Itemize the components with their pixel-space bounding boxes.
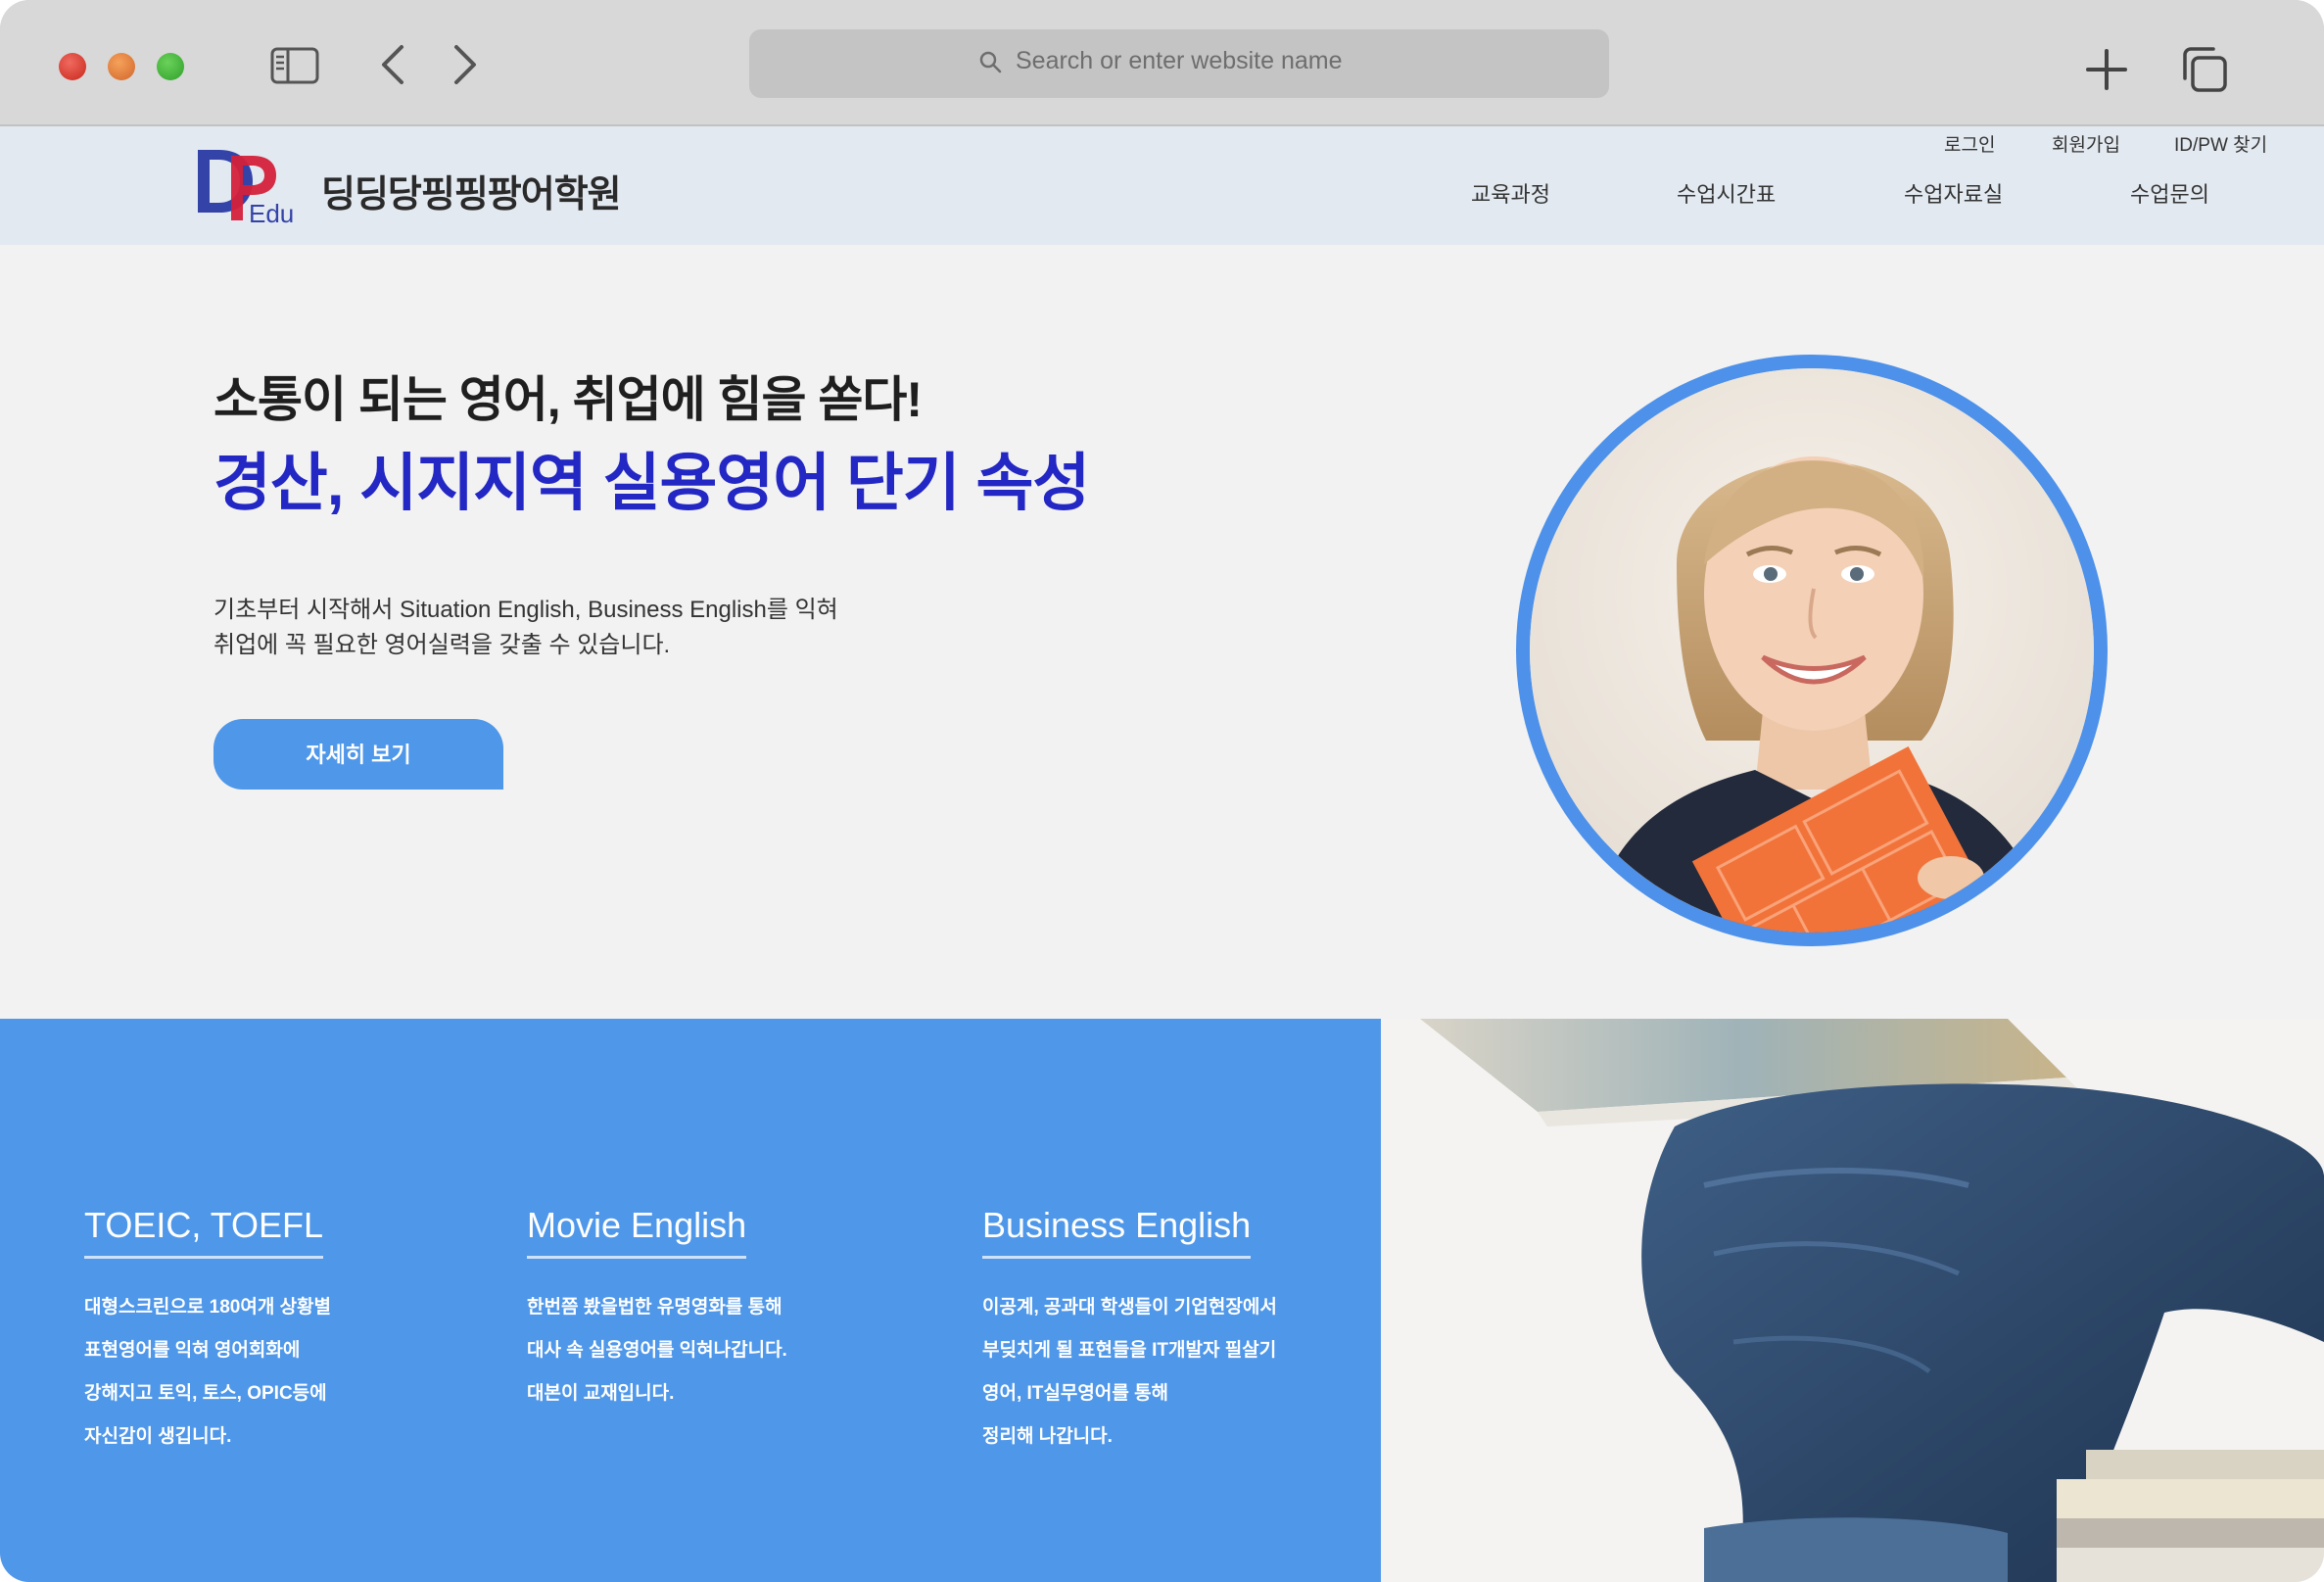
browser-window: Edu 딩딩당핑핑팡어학원 로그인 회원가입 ID/PW 찾기 교육과정 수업시… — [0, 0, 2324, 1582]
address-input[interactable] — [1016, 47, 1564, 75]
course-card[interactable]: Movie English 한번쯤 봤을법한 유명영화를 통해 대사 속 실용영… — [527, 1205, 787, 1415]
view-details-button[interactable]: 자세히 보기 — [213, 719, 503, 790]
course-description-line: 부딪치게 될 표현들을 IT개발자 필살기 — [982, 1340, 1277, 1361]
course-description-line: 자신감이 생깁니다. — [84, 1426, 232, 1447]
hero-heading: 소통이 되는 영어, 취업에 힘을 쏟다! — [213, 372, 923, 427]
course-card[interactable]: Business English 이공계, 공과대 학생들이 기업현장에서 부딪… — [982, 1205, 1277, 1459]
hero-subheading: 경산, 시지지역 실용영어 단기 속성 — [213, 448, 1090, 518]
minimize-window-button[interactable] — [108, 53, 135, 80]
course-description: 한번쯤 봤을법한 유명영화를 통해 대사 속 실용영어를 익혀나갑니다. 대본이… — [527, 1286, 787, 1415]
courses-section: TOEIC, TOEFL 대형스크린으로 180여개 상황별 표현영어를 익혀 … — [0, 1019, 1381, 1582]
find-id-pw-link[interactable]: ID/PW 찾기 — [2174, 130, 2267, 157]
search-icon — [977, 49, 1005, 76]
address-bar[interactable] — [749, 29, 1609, 98]
sidebar-icon[interactable] — [270, 47, 319, 84]
svg-text:Edu: Edu — [249, 199, 294, 224]
nav-item-inquiry[interactable]: 수업문의 — [2130, 177, 2209, 209]
course-description-line: 대본이 교재입니다. — [527, 1383, 675, 1404]
signup-link[interactable]: 회원가입 — [2052, 130, 2120, 157]
course-title[interactable]: Business English — [982, 1205, 1252, 1259]
course-description-line: 대형스크린으로 180여개 상황별 — [84, 1297, 332, 1318]
hero-description-line: 취업에 꼭 필요한 영어실력을 갖출 수 있습니다. — [213, 632, 671, 658]
course-description-line: 대사 속 실용영어를 익혀나갑니다. — [527, 1340, 787, 1361]
close-window-button[interactable] — [59, 53, 86, 80]
course-description-line: 강해지고 토익, 토스, OPIC등에 — [84, 1383, 327, 1404]
course-description-line: 이공계, 공과대 학생들이 기업현장에서 — [982, 1297, 1277, 1318]
nav-item-materials[interactable]: 수업자료실 — [1904, 177, 2003, 209]
course-title[interactable]: Movie English — [527, 1205, 747, 1259]
student-reading-image — [1381, 1019, 2324, 1582]
tabs-overview-icon[interactable] — [2180, 45, 2229, 94]
course-description-line: 한번쯤 봤을법한 유명영화를 통해 — [527, 1297, 783, 1318]
browser-toolbar — [0, 0, 2324, 126]
course-description: 대형스크린으로 180여개 상황별 표현영어를 익혀 영어회화에 강해지고 토익… — [84, 1286, 331, 1459]
course-description: 이공계, 공과대 학생들이 기업현장에서 부딪치게 될 표현들을 IT개발자 필… — [982, 1286, 1277, 1459]
course-card[interactable]: TOEIC, TOEFL 대형스크린으로 180여개 상황별 표현영어를 익혀 … — [84, 1205, 331, 1459]
forward-chevron-icon[interactable] — [449, 43, 482, 86]
brand-logo[interactable]: Edu — [192, 142, 294, 228]
course-description-line: 표현영어를 익혀 영어회화에 — [84, 1340, 301, 1361]
course-description-line: 정리해 나갑니다. — [982, 1426, 1113, 1447]
zoom-window-button[interactable] — [157, 53, 184, 80]
plus-icon[interactable] — [2084, 47, 2129, 92]
hero-description-line: 기초부터 시작해서 Situation English, Business En… — [213, 597, 838, 623]
site-name[interactable]: 딩딩당핑핑팡어학원 — [321, 164, 622, 217]
student-portrait-image — [1516, 355, 2108, 946]
login-link[interactable]: 로그인 — [1944, 130, 1995, 157]
back-chevron-icon[interactable] — [376, 43, 409, 86]
site-header: Edu 딩딩당핑핑팡어학원 로그인 회원가입 ID/PW 찾기 교육과정 수업시… — [0, 126, 2324, 245]
nav-item-curriculum[interactable]: 교육과정 — [1471, 177, 1550, 209]
course-description-line: 영어, IT실무영어를 통해 — [982, 1383, 1169, 1404]
nav-item-timetable[interactable]: 수업시간표 — [1677, 177, 1776, 209]
hero-section: 소통이 되는 영어, 취업에 힘을 쏟다! 경산, 시지지역 실용영어 단기 속… — [0, 245, 2324, 1019]
course-title[interactable]: TOEIC, TOEFL — [84, 1205, 324, 1259]
